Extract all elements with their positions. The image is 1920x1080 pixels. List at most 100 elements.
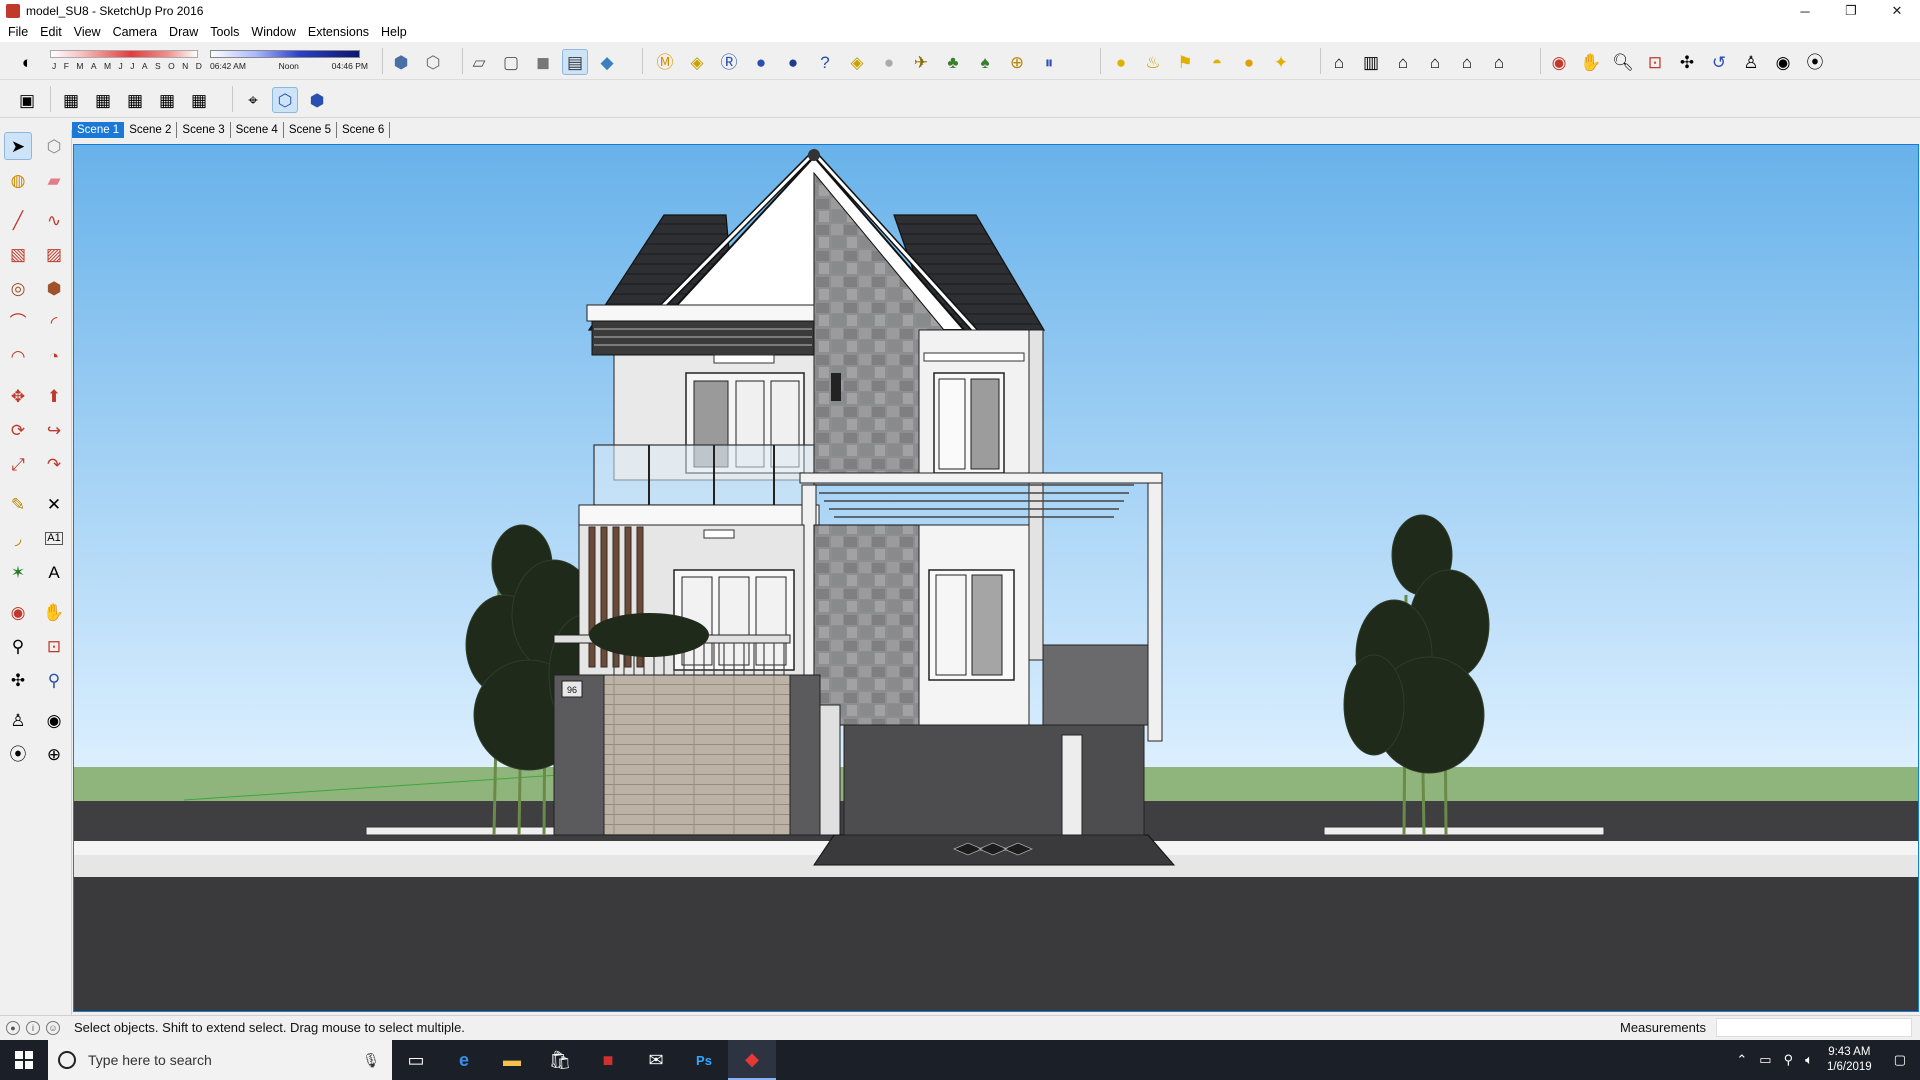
polygon-icon[interactable]: ⬢ bbox=[40, 274, 68, 302]
rectangle-icon[interactable]: ▧ bbox=[4, 240, 32, 268]
plane-icon[interactable]: ✈ bbox=[908, 49, 934, 75]
walk-icon[interactable]: ⦿ bbox=[1802, 49, 1828, 75]
pause-icon[interactable]: ⏸ bbox=[1036, 49, 1062, 75]
layers-icon[interactable]: ▣ bbox=[14, 87, 40, 113]
network-icon[interactable]: ⚲ bbox=[1778, 1052, 1800, 1068]
position-camera-tool-icon[interactable]: ♙ bbox=[4, 706, 32, 734]
view-top-icon[interactable]: ▥ bbox=[1358, 49, 1384, 75]
tab-scene-2[interactable]: Scene 2 bbox=[124, 122, 178, 138]
section-display-icon[interactable]: ▦ bbox=[90, 87, 116, 113]
menu-tools[interactable]: Tools bbox=[204, 25, 245, 39]
three-point-arc-icon[interactable]: ◠ bbox=[4, 342, 32, 370]
dimension-icon[interactable]: ✕ bbox=[40, 490, 68, 518]
hidden-line-icon[interactable]: ▢ bbox=[498, 49, 524, 75]
zoom-extents-icon[interactable]: ✣ bbox=[1674, 49, 1700, 75]
extension-r-icon[interactable]: Ⓡ bbox=[716, 49, 742, 75]
extension-rt-icon[interactable]: ● bbox=[748, 49, 774, 75]
rotate-tool-icon[interactable]: ⟳ bbox=[4, 416, 32, 444]
acrobat-icon[interactable]: ■ bbox=[584, 1040, 632, 1080]
battery-icon[interactable]: ▭ bbox=[1753, 1052, 1777, 1068]
view-iso-icon[interactable]: ⌂ bbox=[1326, 49, 1352, 75]
two-point-arc-icon[interactable]: ◜ bbox=[40, 308, 68, 336]
shaded-icon[interactable]: ◼ bbox=[530, 49, 556, 75]
pie-icon[interactable]: ◔ bbox=[40, 342, 68, 370]
geolocation-icon[interactable]: ● bbox=[6, 1020, 20, 1035]
tape-measure-icon[interactable]: ✎ bbox=[4, 490, 32, 518]
edge-browser-icon[interactable]: e bbox=[440, 1040, 488, 1080]
credits-icon[interactable]: i bbox=[26, 1020, 40, 1035]
extension-m-icon[interactable]: Ⓜ bbox=[652, 49, 678, 75]
menu-view[interactable]: View bbox=[68, 25, 107, 39]
mail-icon[interactable]: ✉ bbox=[632, 1040, 680, 1080]
position-camera-icon[interactable]: ♙ bbox=[1738, 49, 1764, 75]
look-around-tool-icon[interactable]: ◉ bbox=[40, 706, 68, 734]
make-component-icon[interactable]: ⬡ bbox=[40, 132, 68, 160]
axes-tool-icon[interactable]: ✶ bbox=[4, 558, 32, 586]
time-slider[interactable] bbox=[210, 50, 360, 58]
axes-icon[interactable]: ⌖ bbox=[240, 87, 266, 113]
spotlight-icon[interactable]: ⚑ bbox=[1172, 49, 1198, 75]
task-view-icon[interactable]: ▭ bbox=[392, 1040, 440, 1080]
orbit-icon[interactable]: ◉ bbox=[1546, 49, 1572, 75]
push-pull-icon[interactable]: ⬆ bbox=[40, 382, 68, 410]
orbit-tool-icon[interactable]: ◉ bbox=[4, 598, 32, 626]
menu-help[interactable]: Help bbox=[375, 25, 413, 39]
sketchup-task-icon[interactable]: ◆ bbox=[728, 1040, 776, 1080]
extension-tag2-icon[interactable]: ◈ bbox=[844, 49, 870, 75]
look-around-icon[interactable]: ◉ bbox=[1770, 49, 1796, 75]
view-front-icon[interactable]: ⌂ bbox=[1390, 49, 1416, 75]
menu-edit[interactable]: Edit bbox=[34, 25, 68, 39]
user-icon[interactable]: ☺ bbox=[46, 1020, 60, 1035]
tab-scene-3[interactable]: Scene 3 bbox=[177, 122, 231, 138]
zoom-window-tool-icon[interactable]: ⊡ bbox=[40, 632, 68, 660]
zoom-tool-icon[interactable]: ⚲ bbox=[4, 632, 32, 660]
taskbar-search[interactable]: Type here to search 🎙︎ bbox=[48, 1040, 392, 1080]
view-right-icon[interactable]: ⌂ bbox=[1422, 49, 1448, 75]
text-tool-icon[interactable]: A1 bbox=[40, 524, 68, 552]
minimize-button[interactable]: ─ bbox=[1782, 0, 1828, 22]
monochrome-icon[interactable]: ◆ bbox=[594, 49, 620, 75]
menu-camera[interactable]: Camera bbox=[107, 25, 163, 39]
model-viewport[interactable]: 96 bbox=[73, 144, 1919, 1012]
line-tool-icon[interactable]: ╱ bbox=[4, 206, 32, 234]
perspective-icon[interactable]: ⬡ bbox=[272, 87, 298, 113]
section-export-icon[interactable]: ▦ bbox=[186, 87, 212, 113]
menu-window[interactable]: Window bbox=[245, 25, 301, 39]
rotated-rectangle-icon[interactable]: ▨ bbox=[40, 240, 68, 268]
target-icon[interactable]: ⊕ bbox=[1004, 49, 1030, 75]
sphere-icon[interactable]: ● bbox=[876, 49, 902, 75]
previous-view-icon[interactable]: ↺ bbox=[1706, 49, 1732, 75]
tab-scene-1[interactable]: Scene 1 bbox=[72, 122, 125, 138]
previous-tool-icon[interactable]: ⚲ bbox=[40, 666, 68, 694]
offset-tool-icon[interactable]: ↷ bbox=[40, 450, 68, 478]
pan-tool-icon[interactable]: ✋ bbox=[40, 598, 68, 626]
tab-scene-4[interactable]: Scene 4 bbox=[231, 122, 284, 138]
forest-icon[interactable]: ♠ bbox=[972, 49, 998, 75]
scale-tool-icon[interactable]: ⤢ bbox=[4, 450, 32, 478]
circle-icon[interactable]: ◎ bbox=[4, 274, 32, 302]
view-back-icon[interactable]: ⌂ bbox=[1454, 49, 1480, 75]
point-light-icon[interactable]: ● bbox=[1236, 49, 1262, 75]
store-icon[interactable]: 🛍︎ bbox=[536, 1040, 584, 1080]
volume-icon[interactable]: 🔈︎ bbox=[1799, 1052, 1819, 1068]
clock[interactable]: 9:43 AM 1/6/2019 bbox=[1819, 1045, 1880, 1075]
menu-draw[interactable]: Draw bbox=[163, 25, 204, 39]
section-plane-tool-icon[interactable]: ⊕ bbox=[40, 740, 68, 768]
xray-icon[interactable]: ⬢ bbox=[388, 49, 414, 75]
menu-file[interactable]: File bbox=[2, 25, 34, 39]
wireframe-icon[interactable]: ▱ bbox=[466, 49, 492, 75]
extension-tag-icon[interactable]: ◈ bbox=[684, 49, 710, 75]
protractor-icon[interactable]: ◞ bbox=[4, 524, 32, 552]
extension-br-icon[interactable]: ● bbox=[780, 49, 806, 75]
start-button[interactable] bbox=[0, 1040, 48, 1080]
microphone-icon[interactable]: 🎙︎ bbox=[362, 1052, 380, 1069]
section-plane-icon[interactable]: ▦ bbox=[58, 87, 84, 113]
date-slider[interactable] bbox=[50, 50, 198, 58]
paint-bucket-icon[interactable]: ◍ bbox=[4, 166, 32, 194]
tab-scene-6[interactable]: Scene 6 bbox=[337, 122, 391, 138]
shaded-textures-icon[interactable]: ▤ bbox=[562, 49, 588, 75]
menu-extensions[interactable]: Extensions bbox=[302, 25, 375, 39]
measurements-input[interactable] bbox=[1716, 1018, 1912, 1037]
close-button[interactable]: ✕ bbox=[1874, 0, 1920, 22]
file-explorer-icon[interactable]: ▬ bbox=[488, 1040, 536, 1080]
